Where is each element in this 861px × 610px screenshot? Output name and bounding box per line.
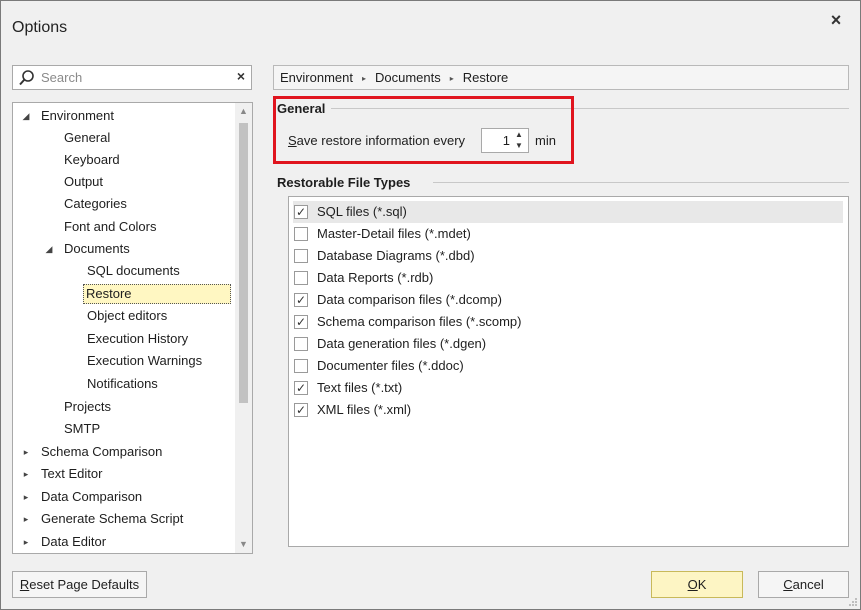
breadcrumb-item: Environment [280,70,353,85]
scroll-thumb[interactable] [239,123,248,403]
check-icon: ✓ [295,293,307,307]
access-key: O [687,577,698,592]
tree-item-label: Restore [83,284,231,304]
search-input[interactable] [39,68,229,87]
checkbox[interactable]: ✓ [294,315,308,329]
reset-page-defaults-button[interactable]: Reset Page Defaults [12,571,147,598]
close-icon[interactable]: × [826,11,846,31]
file-type-row[interactable]: Database Diagrams (*.dbd) [293,245,843,267]
tree-item-label: Execution History [87,331,189,346]
tree-item-label: Generate Schema Script [41,511,184,526]
checkbox[interactable]: ✓ [294,403,308,417]
scroll-down-icon[interactable]: ▼ [235,536,252,553]
window-title: Options [12,19,68,36]
tree-item-label: Data Comparison [41,489,143,504]
breadcrumb-separator-icon: ▸ [449,74,454,83]
file-type-label: XML files (*.xml) [317,402,412,417]
file-type-label: Data Reports (*.rdb) [317,270,434,285]
tree-item-label: Schema Comparison [41,444,163,459]
checkbox[interactable] [294,337,308,351]
restorable-file-types-list: ✓ SQL files (*.sql) Master-Detail files … [288,196,849,547]
file-type-label: Data comparison files (*.dcomp) [317,292,502,307]
file-type-row[interactable]: Data generation files (*.dgen) [293,333,843,355]
search-icon [19,70,34,86]
expand-arrow-icon[interactable]: ▸ [21,442,31,462]
tree-item-label: Environment [41,108,114,123]
tree-item-label: Categories [64,196,127,211]
reset-page-defaults-label: eset Page Defaults [29,577,140,592]
checkbox[interactable] [294,227,308,241]
tree-item-label: Notifications [87,376,158,391]
options-tree[interactable]: ◢ Environment General Keyboard Output Ca… [12,102,253,554]
file-type-label: SQL files (*.sql) [317,204,407,219]
file-type-row[interactable]: ✓ Data comparison files (*.dcomp) [293,289,843,311]
highlight-box [273,96,574,164]
title-bar: Options × [1,1,860,51]
tree-item-label: Font and Colors [64,219,157,234]
expand-arrow-icon[interactable]: ▸ [21,532,31,552]
tree-item-label: General [64,130,111,145]
search-box[interactable]: × [12,65,252,90]
tree-item-label: Projects [64,399,111,414]
options-dialog: Options × × ◢ Environment General Keyboa… [0,0,861,610]
check-icon: ✓ [295,381,307,395]
collapse-arrow-icon[interactable]: ◢ [21,106,31,126]
access-key: C [783,577,793,592]
file-type-row[interactable]: Master-Detail files (*.mdet) [293,223,843,245]
file-type-label: Documenter files (*.ddoc) [317,358,464,373]
checkbox[interactable] [294,271,308,285]
check-icon: ✓ [295,315,307,329]
tree-item-label: Output [64,174,104,189]
tree-item-label: SMTP [64,421,101,436]
tree-item-label: SQL documents [87,263,180,278]
file-type-label: Text files (*.txt) [317,380,403,395]
scroll-up-icon[interactable]: ▲ [235,103,252,120]
check-icon: ✓ [295,403,307,417]
ok-button[interactable]: OK [651,571,743,598]
expand-arrow-icon[interactable]: ▸ [21,464,31,484]
file-type-row[interactable]: ✓ SQL files (*.sql) [293,201,843,223]
checkbox[interactable]: ✓ [294,381,308,395]
checkbox[interactable] [294,249,308,263]
tree-item-label: Keyboard [64,152,120,167]
file-type-label: Master-Detail files (*.mdet) [317,226,471,241]
tree-item-label: Data Editor [41,534,107,549]
breadcrumb-item: Restore [462,70,509,85]
tree-scrollbar[interactable]: ▲ ▼ [235,103,252,553]
checkbox[interactable]: ✓ [294,293,308,307]
tree-item-label: Execution Warnings [87,353,203,368]
tree-item-label: Object editors [87,308,168,323]
file-type-label: Database Diagrams (*.dbd) [317,248,475,263]
file-type-row[interactable]: ✓ Schema comparison files (*.scomp) [293,311,843,333]
file-types-section-title: Restorable File Types [277,175,415,190]
check-icon: ✓ [295,205,307,219]
tree-item-label: Text Editor [41,466,103,481]
section-divider [433,182,849,183]
file-type-row[interactable]: Data Reports (*.rdb) [293,267,843,289]
checkbox[interactable]: ✓ [294,205,308,219]
access-key: R [19,577,30,592]
collapse-arrow-icon[interactable]: ◢ [44,239,54,259]
tree-item-label: Documents [64,241,130,256]
file-type-row[interactable]: ✓ Text files (*.txt) [293,377,843,399]
file-type-label: Schema comparison files (*.scomp) [317,314,522,329]
ok-label: K [697,577,707,592]
file-type-label: Data generation files (*.dgen) [317,336,487,351]
file-type-row[interactable]: Documenter files (*.ddoc) [293,355,843,377]
expand-arrow-icon[interactable]: ▸ [21,509,31,529]
cancel-label: ancel [792,577,824,592]
expand-arrow-icon[interactable]: ▸ [21,487,31,507]
file-type-row[interactable]: ✓ XML files (*.xml) [293,399,843,421]
resize-grip-icon[interactable] [848,597,858,607]
checkbox[interactable] [294,359,308,373]
clear-search-icon[interactable]: × [237,68,245,84]
breadcrumb: Environment ▸ Documents ▸ Restore [273,65,849,90]
breadcrumb-separator-icon: ▸ [361,74,366,83]
breadcrumb-item: Documents [375,70,441,85]
cancel-button[interactable]: Cancel [758,571,849,598]
